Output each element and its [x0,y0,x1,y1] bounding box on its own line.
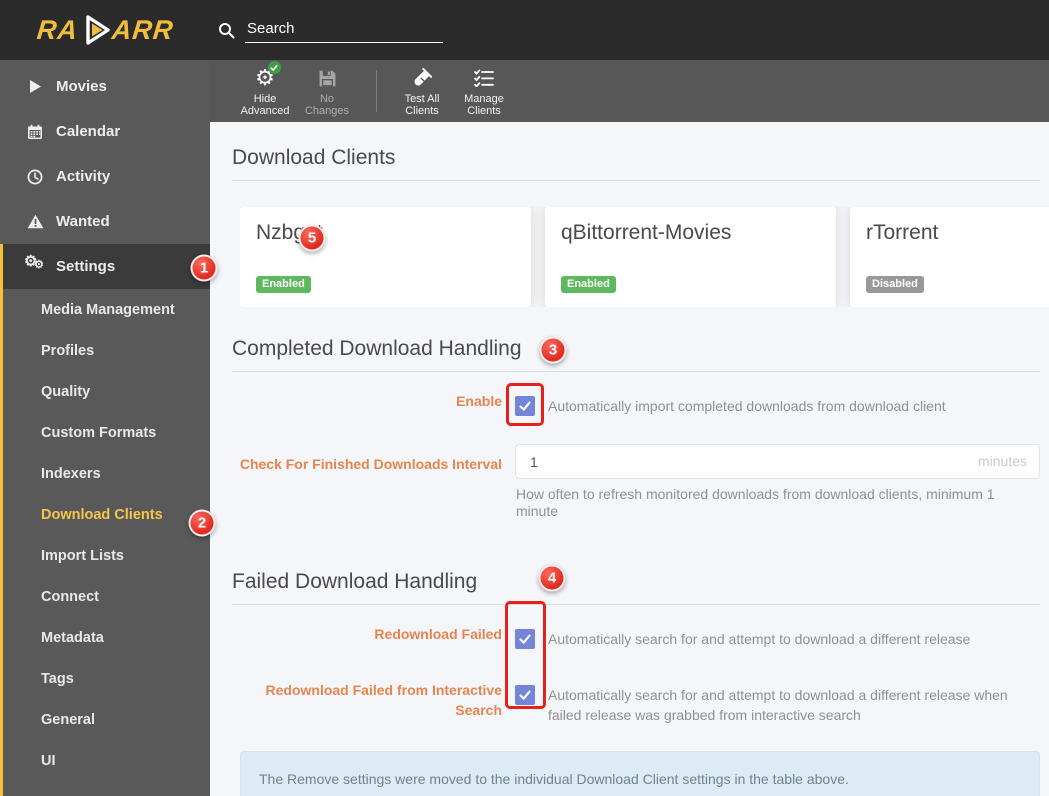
toolbar-button-label: Test All Clients [404,93,440,117]
status-badge: Enabled [561,276,616,293]
interval-row: Check For Finished Downloads Interval mi… [232,444,1040,520]
failed-download-handling-section-title: Failed Download Handling [232,570,1040,605]
redownload-failed-help-text: Automatically search for and attempt to … [548,631,971,647]
no-changes-button[interactable]: No Changes [298,65,356,117]
top-bar: RA ARR [0,0,1049,60]
interval-label: Check For Finished Downloads Interval [239,456,502,472]
redownload-interactive-checkbox[interactable] [515,685,535,705]
test-all-clients-button[interactable]: Test All Clients [393,65,451,117]
redownload-interactive-row: Redownload Failed from Interactive Searc… [232,677,1040,733]
client-name: Nzbget [256,221,323,244]
interval-help-text: How often to refresh monitored downloads… [516,486,995,519]
search-input[interactable] [245,17,443,43]
redownload-failed-row: Redownload Failed Automatically search f… [232,621,1040,677]
sidebar-item-media-management[interactable]: Media Management [3,289,210,330]
test-tube-icon [412,65,432,91]
checkmark-icon [519,634,531,644]
sidebar-item-ui[interactable]: UI [3,740,210,781]
sidebar: Movies Calendar Activity Wanted ⚙ ⚙ Sett… [0,60,210,796]
sidebar-item-label: Movies [56,78,107,95]
radarr-app: RA ARR Movies [0,0,1049,796]
page-toolbar: ⚙ Hide Advanced No Changes Test All Clie… [210,60,1049,122]
checkmark-icon [519,401,531,411]
green-check-icon [267,61,281,74]
redownload-failed-label: Redownload Failed [374,626,502,642]
sidebar-item-label: Calendar [56,123,121,140]
sidebar-item-metadata[interactable]: Metadata [3,617,210,658]
checklist-icon [474,65,494,91]
clock-icon [26,169,44,185]
logo[interactable]: RA ARR [0,12,210,48]
toolbar-button-label: Hide Advanced [240,93,290,117]
settings-content: Download Clients Nzbget Enabled qBittorr… [210,122,1049,796]
sidebar-item-import-lists[interactable]: Import Lists [3,535,210,576]
search-bar [218,17,443,43]
enable-row: Enable Automatically import completed do… [232,388,1040,444]
sidebar-item-tags[interactable]: Tags [3,658,210,699]
enable-label: Enable [456,393,502,409]
redownload-interactive-label: Redownload Failed from Interactive Searc… [265,682,503,718]
calendar-icon [26,124,44,140]
sidebar-item-download-clients[interactable]: Download Clients [3,494,210,535]
sidebar-item-general[interactable]: General [3,699,210,740]
gears-icon: ⚙ ⚙ [24,252,44,271]
play-icon [26,79,44,94]
toolbar-button-label: No Changes [304,93,350,117]
main-column: ⚙ Hide Advanced No Changes Test All Clie… [210,60,1049,796]
sidebar-item-movies[interactable]: Movies [0,64,210,109]
checkmark-icon [519,690,531,700]
logo-text-right: ARR [110,14,175,45]
sidebar-item-label: Wanted [56,213,110,230]
interval-input[interactable] [515,444,1040,479]
toolbar-button-label: Manage Clients [464,93,504,117]
enable-help-text: Automatically import completed downloads… [548,398,946,414]
sidebar-item-wanted[interactable]: Wanted [0,199,210,244]
sidebar-item-custom-formats[interactable]: Custom Formats [3,412,210,453]
manage-clients-button[interactable]: Manage Clients [455,65,513,117]
client-card-rtorrent[interactable]: rTorrent Disabled [850,207,1049,307]
client-name: qBittorrent-Movies [561,221,732,244]
info-banner: The Remove settings were moved to the in… [240,751,1040,796]
download-clients-section-title: Download Clients [232,146,1040,181]
settings-group: ⚙ ⚙ Settings Media Management Profiles Qu… [0,244,210,796]
sidebar-item-indexers[interactable]: Indexers [3,453,210,494]
status-badge: Enabled [256,276,311,293]
hide-advanced-button[interactable]: ⚙ Hide Advanced [236,61,294,117]
client-card-nzbget[interactable]: Nzbget Enabled [240,207,531,307]
sidebar-item-activity[interactable]: Activity [0,154,210,199]
sidebar-item-label: Activity [56,168,111,185]
toolbar-separator [376,70,377,112]
play-logo-icon [86,15,110,45]
sidebar-item-quality[interactable]: Quality [3,371,210,412]
search-icon [219,22,235,38]
status-badge: Disabled [866,276,924,293]
redownload-interactive-help-text: Automatically search for and attempt to … [548,687,1008,723]
client-card-qbittorrent-movies[interactable]: qBittorrent-Movies Enabled [545,207,836,307]
interval-unit: minutes [977,453,1027,469]
redownload-failed-checkbox[interactable] [515,629,535,649]
download-client-cards: Nzbget Enabled qBittorrent-Movies Enable… [240,207,1049,307]
advanced-gear-icon: ⚙ [255,61,281,91]
logo-text-left: RA [35,14,80,45]
client-name: rTorrent [866,221,939,244]
warning-icon [26,214,44,229]
sidebar-item-settings[interactable]: ⚙ ⚙ Settings [3,244,210,289]
sidebar-item-label: Settings [56,258,116,275]
sidebar-item-connect[interactable]: Connect [3,576,210,617]
sidebar-item-calendar[interactable]: Calendar [0,109,210,154]
enable-checkbox[interactable] [515,396,535,416]
completed-download-handling-section-title: Completed Download Handling [232,337,1040,372]
save-icon [318,65,337,91]
sidebar-item-profiles[interactable]: Profiles [3,330,210,371]
